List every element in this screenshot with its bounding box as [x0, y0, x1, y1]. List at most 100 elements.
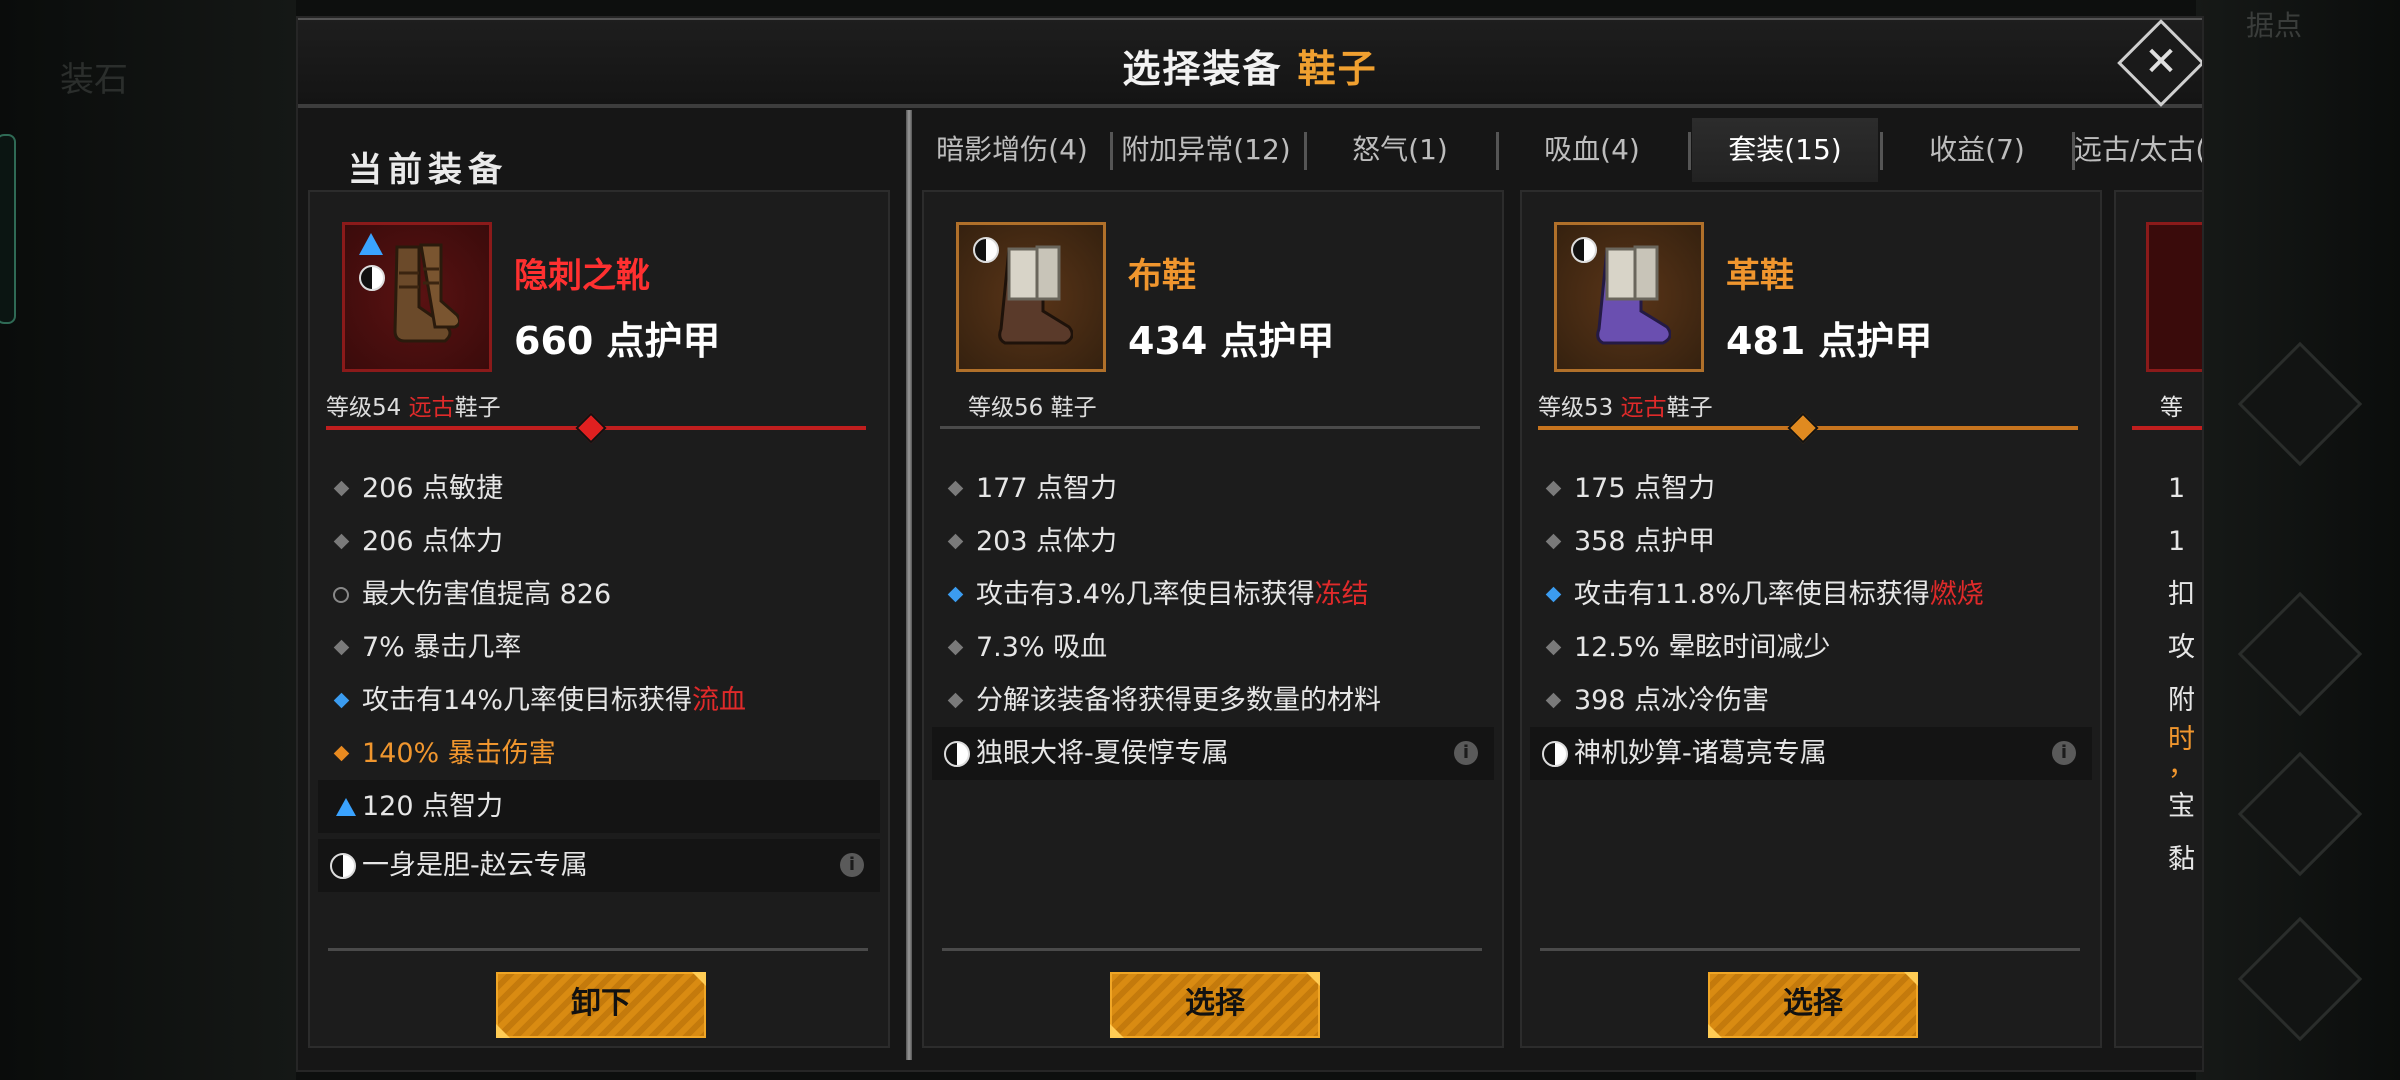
equipment-select-modal: 选择装备 鞋子 ✕ 当前装备 隐刺之靴 660 点护甲 等级54 远古鞋子 20…: [296, 16, 2204, 1072]
side-tab-handle[interactable]: [0, 134, 16, 324]
pane-divider: [906, 110, 912, 1060]
modal-header: 选择装备 鞋子 ✕: [298, 18, 2202, 108]
divider-gem: [575, 412, 607, 444]
card-divider: [328, 948, 868, 951]
stat-text: 398 点冰冷伤害: [1574, 685, 1770, 716]
select-button[interactable]: 选择: [1110, 972, 1320, 1038]
stat-text: 7% 暴击几率: [362, 632, 522, 663]
reroll-icon: [333, 587, 349, 603]
stat-row: 攻击有11.8%几率使目标获得燃烧: [1522, 568, 2100, 621]
tab-income[interactable]: 收益(7): [1884, 118, 2070, 182]
card-divider: [1540, 948, 2080, 951]
stat-list: 206 点敏捷 206 点体力 最大伤害值提高 826 7% 暴击几率 攻击有1…: [310, 462, 888, 892]
effect-text: 燃烧: [1929, 579, 1984, 610]
divider-gem: [1787, 412, 1819, 444]
stat-list: 175 点智力 358 点护甲 攻击有11.8%几率使目标获得燃烧 12.5% …: [1522, 462, 2100, 780]
close-icon: ✕: [2144, 39, 2178, 85]
current-equipment-label: 当前装备: [348, 150, 508, 190]
effect-text: 冻结: [1314, 579, 1369, 610]
bullet-icon: [947, 586, 964, 603]
stat-text: 攻击有11.8%几率使目标获得: [1574, 579, 1930, 610]
background-left: 装石: [0, 0, 296, 1080]
tab-rage[interactable]: 怒气(1): [1306, 118, 1494, 182]
candidate-item-card[interactable]: 革鞋 481 点护甲 等级53 远古鞋子 175 点智力 358 点护甲 攻击有…: [1520, 190, 2102, 1048]
set-text: 一身是胆-赵云专属: [362, 850, 588, 881]
item-armor: 434 点护甲: [1128, 319, 1335, 363]
bullet-icon: [1545, 639, 1562, 656]
rarity-label: 远古: [1620, 395, 1667, 421]
stat-text: 120 点智力: [362, 791, 504, 822]
set-text: 独眼大将-夏侯惇专属: [976, 738, 1229, 769]
set-row[interactable]: 神机妙算-诸葛亮专属 i: [1530, 727, 2092, 780]
character-icon[interactable]: [2237, 591, 2363, 717]
bullet-icon: [333, 480, 350, 497]
set-row[interactable]: 一身是胆-赵云专属 i: [318, 839, 880, 892]
stat-row: 攻击有3.4%几率使目标获得冻结: [924, 568, 1502, 621]
tab-extra-status[interactable]: 附加异常(12): [1114, 118, 1298, 182]
stat-text: 12.5% 晕眩时间减少: [1574, 632, 1831, 663]
tab-lifesteal[interactable]: 吸血(4): [1498, 118, 1686, 182]
set-row[interactable]: 独眼大将-夏侯惇专属 i: [932, 727, 1494, 780]
bullet-icon: [1545, 692, 1562, 709]
yinyang-icon: [944, 741, 970, 767]
filter-tabs: 暗影增伤(4) 附加异常(12) 怒气(1) 吸血(4) 套装(15) 收益(7…: [914, 118, 2202, 182]
stat-text: 203 点体力: [976, 526, 1118, 557]
yinyang-icon: [330, 853, 356, 879]
unequip-button[interactable]: 卸下: [496, 972, 706, 1038]
background-ghost-text: 据点: [2246, 9, 2303, 42]
close-button[interactable]: ✕: [2117, 19, 2202, 107]
potion-icon[interactable]: [2237, 751, 2363, 877]
stat-row: 宝: [2168, 791, 2195, 822]
list-icon[interactable]: [2237, 916, 2363, 1042]
item-armor: 481 点护甲: [1726, 319, 1933, 363]
side-menu-icon[interactable]: [2237, 341, 2363, 467]
item-icon-frame: [1554, 222, 1704, 372]
bullet-icon: [947, 692, 964, 709]
stat-row: 206 点体力: [310, 515, 888, 568]
candidate-item-card-partial[interactable]: 等 1 1 扣 攻 附 时 ， 宝 黏: [2114, 190, 2202, 1048]
stat-text: 206 点体力: [362, 526, 504, 557]
level-number: 等级54: [326, 395, 402, 421]
boots-icon: [1596, 245, 1671, 345]
gem-icon: [336, 798, 356, 816]
item-name: 革鞋: [1726, 256, 1794, 296]
info-icon[interactable]: i: [1454, 741, 1478, 765]
background-right: 据点: [2196, 0, 2400, 1080]
stat-text: 358 点护甲: [1574, 526, 1716, 557]
item-level: 等级54 远古鞋子: [326, 388, 501, 422]
stat-row: 攻: [2168, 632, 2195, 663]
background-ghost-text: 装石: [60, 60, 128, 100]
item-level: 等: [2160, 395, 2183, 421]
bullet-icon: [947, 639, 964, 656]
current-item-card: 隐刺之靴 660 点护甲 等级54 远古鞋子 206 点敏捷 206 点体力 最…: [308, 190, 890, 1048]
stat-row: 175 点智力: [1522, 462, 2100, 515]
tab-ancient[interactable]: 远古/太古(3): [2074, 118, 2202, 182]
tab-shadow-damage[interactable]: 暗影增伤(4): [922, 118, 1102, 182]
level-number: 等级53: [1538, 395, 1614, 421]
stat-row: 攻击有14%几率使目标获得流血: [310, 674, 888, 727]
bullet-icon: [333, 533, 350, 550]
item-icon-frame: [956, 222, 1106, 372]
item-name: 布鞋: [1128, 256, 1196, 296]
modal-title: 选择装备 鞋子: [298, 38, 2202, 93]
info-icon[interactable]: i: [840, 853, 864, 877]
stat-row: 12.5% 晕眩时间减少: [1522, 621, 2100, 674]
tab-separator: [1110, 132, 1113, 170]
select-button[interactable]: 选择: [1708, 972, 1918, 1038]
boots-icon: [393, 243, 459, 343]
info-icon[interactable]: i: [2052, 741, 2076, 765]
bullet-icon: [1545, 480, 1562, 497]
tab-set[interactable]: 套装(15): [1692, 118, 1878, 182]
stat-row: 最大伤害值提高 826: [310, 568, 888, 621]
item-armor: 660 点护甲: [514, 319, 721, 363]
candidate-item-card[interactable]: 布鞋 434 点护甲 等级56 鞋子 177 点智力 203 点体力 攻击有3.…: [922, 190, 1504, 1048]
stat-row: 203 点体力: [924, 515, 1502, 568]
stat-text: 攻击有14%几率使目标获得: [362, 685, 693, 716]
stat-row: 7% 暴击几率: [310, 621, 888, 674]
stat-row: 7.3% 吸血: [924, 621, 1502, 674]
rarity-label: 远古: [408, 395, 455, 421]
slot-label: 鞋子: [454, 395, 501, 421]
effect-text: 流血: [692, 685, 747, 716]
bullet-icon: [947, 533, 964, 550]
stat-list: 1 1 扣 攻 附 时 ， 宝 黏: [2116, 462, 2202, 886]
